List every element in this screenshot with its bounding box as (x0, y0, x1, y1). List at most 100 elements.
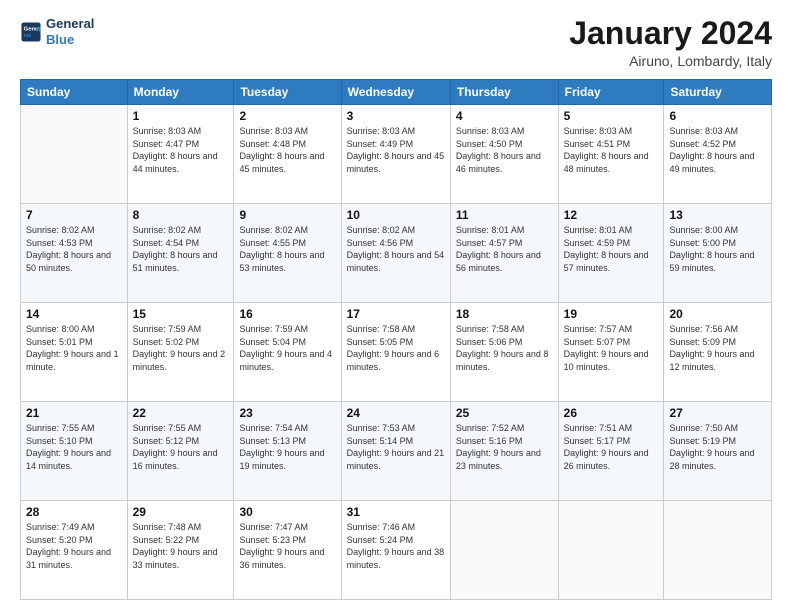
calendar-week-row: 28Sunrise: 7:49 AMSunset: 5:20 PMDayligh… (21, 501, 772, 600)
calendar-cell: 30 Sunrise: 7:47 AMSunset: 5:23 PMDayligh… (234, 501, 341, 600)
calendar-cell: 5 Sunrise: 8:03 AMSunset: 4:51 PMDaylight… (558, 105, 664, 204)
day-number: 6 (669, 109, 766, 123)
weekday-header: Sunday (21, 80, 128, 105)
weekday-header-row: SundayMondayTuesdayWednesdayThursdayFrid… (21, 80, 772, 105)
calendar-body: 1Sunrise: 8:03 AMSunset: 4:47 PMDaylight… (21, 105, 772, 600)
day-number: 12 (564, 208, 659, 222)
day-number: 8 (133, 208, 229, 222)
day-number: 4 (456, 109, 553, 123)
day-number: 10 (347, 208, 445, 222)
day-number: 20 (669, 307, 766, 321)
calendar-cell: 22Sunrise: 7:55 AMSunset: 5:12 PMDayligh… (127, 402, 234, 501)
day-number: 19 (564, 307, 659, 321)
weekday-header: Thursday (450, 80, 558, 105)
day-info: Sunrise: 8:01 AMSunset: 4:57 PMDaylight:… (456, 224, 553, 274)
weekday-header: Tuesday (234, 80, 341, 105)
calendar-cell: 14Sunrise: 8:00 AMSunset: 5:01 PMDayligh… (21, 303, 128, 402)
weekday-header: Saturday (664, 80, 772, 105)
title-block: January 2024 Airuno, Lombardy, Italy (569, 16, 772, 69)
day-number: 9 (239, 208, 335, 222)
calendar-cell: 1Sunrise: 8:03 AMSunset: 4:47 PMDaylight… (127, 105, 234, 204)
calendar-cell: 28Sunrise: 7:49 AMSunset: 5:20 PMDayligh… (21, 501, 128, 600)
calendar-cell: 27 Sunrise: 7:50 AMSunset: 5:19 PMDayligh… (664, 402, 772, 501)
day-number: 11 (456, 208, 553, 222)
logo-icon: Gene ral (20, 21, 42, 43)
day-info: Sunrise: 8:01 AMSunset: 4:59 PMDaylight:… (564, 224, 659, 274)
day-info: Sunrise: 7:53 AMSunset: 5:14 PMDaylight:… (347, 422, 445, 472)
calendar-cell: 13 Sunrise: 8:00 AMSunset: 5:00 PMDayligh… (664, 204, 772, 303)
day-info: Sunrise: 8:03 AMSunset: 4:52 PMDaylight:… (669, 125, 766, 175)
calendar-week-row: 1Sunrise: 8:03 AMSunset: 4:47 PMDaylight… (21, 105, 772, 204)
day-number: 13 (669, 208, 766, 222)
calendar-cell: 4 Sunrise: 8:03 AMSunset: 4:50 PMDaylight… (450, 105, 558, 204)
calendar-cell (558, 501, 664, 600)
calendar-cell: 21Sunrise: 7:55 AMSunset: 5:10 PMDayligh… (21, 402, 128, 501)
calendar-cell: 31Sunrise: 7:46 AMSunset: 5:24 PMDayligh… (341, 501, 450, 600)
day-info: Sunrise: 8:00 AMSunset: 5:01 PMDaylight:… (26, 323, 122, 373)
day-info: Sunrise: 8:00 AMSunset: 5:00 PMDaylight:… (669, 224, 766, 274)
day-info: Sunrise: 8:03 AMSunset: 4:49 PMDaylight:… (347, 125, 445, 175)
day-number: 30 (239, 505, 335, 519)
calendar-cell: 29 Sunrise: 7:48 AMSunset: 5:22 PMDayligh… (127, 501, 234, 600)
calendar-cell: 17Sunrise: 7:58 AMSunset: 5:05 PMDayligh… (341, 303, 450, 402)
day-number: 18 (456, 307, 553, 321)
calendar-cell: 11 Sunrise: 8:01 AMSunset: 4:57 PMDayligh… (450, 204, 558, 303)
calendar-cell: 24Sunrise: 7:53 AMSunset: 5:14 PMDayligh… (341, 402, 450, 501)
calendar-cell: 2 Sunrise: 8:03 AMSunset: 4:48 PMDaylight… (234, 105, 341, 204)
day-number: 2 (239, 109, 335, 123)
day-number: 15 (133, 307, 229, 321)
day-info: Sunrise: 8:02 AMSunset: 4:55 PMDaylight:… (239, 224, 335, 274)
logo: Gene ral General Blue (20, 16, 94, 47)
day-info: Sunrise: 7:50 AMSunset: 5:19 PMDaylight:… (669, 422, 766, 472)
day-number: 23 (239, 406, 335, 420)
day-number: 29 (133, 505, 229, 519)
calendar-cell: 18Sunrise: 7:58 AMSunset: 5:06 PMDayligh… (450, 303, 558, 402)
calendar: SundayMondayTuesdayWednesdayThursdayFrid… (20, 79, 772, 600)
weekday-header: Wednesday (341, 80, 450, 105)
calendar-cell: 16Sunrise: 7:59 AMSunset: 5:04 PMDayligh… (234, 303, 341, 402)
calendar-cell (664, 501, 772, 600)
logo-line1: General (46, 16, 94, 31)
day-info: Sunrise: 8:03 AMSunset: 4:48 PMDaylight:… (239, 125, 335, 175)
day-info: Sunrise: 7:58 AMSunset: 5:05 PMDaylight:… (347, 323, 445, 373)
calendar-cell: 7Sunrise: 8:02 AMSunset: 4:53 PMDaylight… (21, 204, 128, 303)
day-number: 25 (456, 406, 553, 420)
day-info: Sunrise: 8:03 AMSunset: 4:51 PMDaylight:… (564, 125, 659, 175)
calendar-cell: 26Sunrise: 7:51 AMSunset: 5:17 PMDayligh… (558, 402, 664, 501)
day-info: Sunrise: 8:02 AMSunset: 4:54 PMDaylight:… (133, 224, 229, 274)
calendar-week-row: 14Sunrise: 8:00 AMSunset: 5:01 PMDayligh… (21, 303, 772, 402)
logo-text: General Blue (46, 16, 94, 47)
day-info: Sunrise: 7:47 AMSunset: 5:23 PMDaylight:… (239, 521, 335, 571)
day-number: 5 (564, 109, 659, 123)
svg-text:ral: ral (24, 33, 32, 39)
day-info: Sunrise: 7:52 AMSunset: 5:16 PMDaylight:… (456, 422, 553, 472)
day-number: 27 (669, 406, 766, 420)
day-number: 31 (347, 505, 445, 519)
day-info: Sunrise: 7:48 AMSunset: 5:22 PMDaylight:… (133, 521, 229, 571)
day-number: 26 (564, 406, 659, 420)
weekday-header: Monday (127, 80, 234, 105)
weekday-header: Friday (558, 80, 664, 105)
page: Gene ral General Blue January 2024 Airun… (0, 0, 792, 612)
day-info: Sunrise: 8:03 AMSunset: 4:50 PMDaylight:… (456, 125, 553, 175)
calendar-cell: 15 Sunrise: 7:59 AMSunset: 5:02 PMDayligh… (127, 303, 234, 402)
day-number: 28 (26, 505, 122, 519)
calendar-cell: 9 Sunrise: 8:02 AMSunset: 4:55 PMDaylight… (234, 204, 341, 303)
calendar-cell: 6 Sunrise: 8:03 AMSunset: 4:52 PMDaylight… (664, 105, 772, 204)
day-info: Sunrise: 7:54 AMSunset: 5:13 PMDaylight:… (239, 422, 335, 472)
calendar-cell: 25 Sunrise: 7:52 AMSunset: 5:16 PMDayligh… (450, 402, 558, 501)
header: Gene ral General Blue January 2024 Airun… (20, 16, 772, 69)
calendar-cell: 8 Sunrise: 8:02 AMSunset: 4:54 PMDaylight… (127, 204, 234, 303)
calendar-cell: 19 Sunrise: 7:57 AMSunset: 5:07 PMDayligh… (558, 303, 664, 402)
day-number: 16 (239, 307, 335, 321)
day-number: 7 (26, 208, 122, 222)
calendar-cell: 3Sunrise: 8:03 AMSunset: 4:49 PMDaylight… (341, 105, 450, 204)
day-info: Sunrise: 7:55 AMSunset: 5:12 PMDaylight:… (133, 422, 229, 472)
day-info: Sunrise: 8:02 AMSunset: 4:56 PMDaylight:… (347, 224, 445, 274)
calendar-cell: 20Sunrise: 7:56 AMSunset: 5:09 PMDayligh… (664, 303, 772, 402)
calendar-table: SundayMondayTuesdayWednesdayThursdayFrid… (20, 79, 772, 600)
day-info: Sunrise: 7:57 AMSunset: 5:07 PMDaylight:… (564, 323, 659, 373)
calendar-cell: 10 Sunrise: 8:02 AMSunset: 4:56 PMDayligh… (341, 204, 450, 303)
day-info: Sunrise: 7:59 AMSunset: 5:02 PMDaylight:… (133, 323, 229, 373)
month-title: January 2024 (569, 16, 772, 51)
